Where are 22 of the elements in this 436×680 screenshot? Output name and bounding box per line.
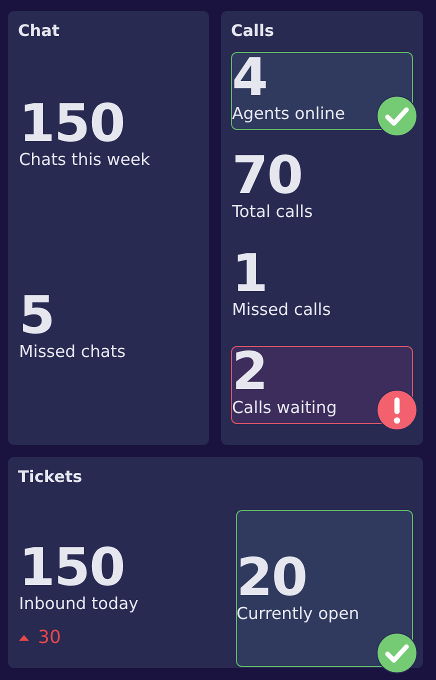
stat-value: 150 [19,99,125,149]
stat-label: Total calls [232,201,314,223]
stat-value: 20 [236,552,307,602]
stat-label: Chats this week [19,149,152,171]
panel-title: Calls [231,21,276,40]
stat-label: Inbound today [19,593,140,615]
stat-label: Missed chats [19,341,127,363]
stat-label: Currently open [236,602,360,624]
stat-value: 4 [232,53,268,103]
stat-value: 2 [232,347,268,397]
stat-value: 5 [19,291,54,341]
stat-label: Missed calls [232,299,332,321]
stat-value: 1 [232,249,268,299]
panel-title: Tickets [18,467,84,486]
stat-value: 70 [232,151,302,201]
trend-value: 30 [38,627,61,648]
stat-value: 150 [19,543,125,593]
stat-label: Agents online [232,103,346,125]
panel-title: Chat [18,21,61,40]
stat-label: Calls waiting [232,397,338,419]
check-icon [376,95,418,137]
alert-icon [376,389,418,431]
